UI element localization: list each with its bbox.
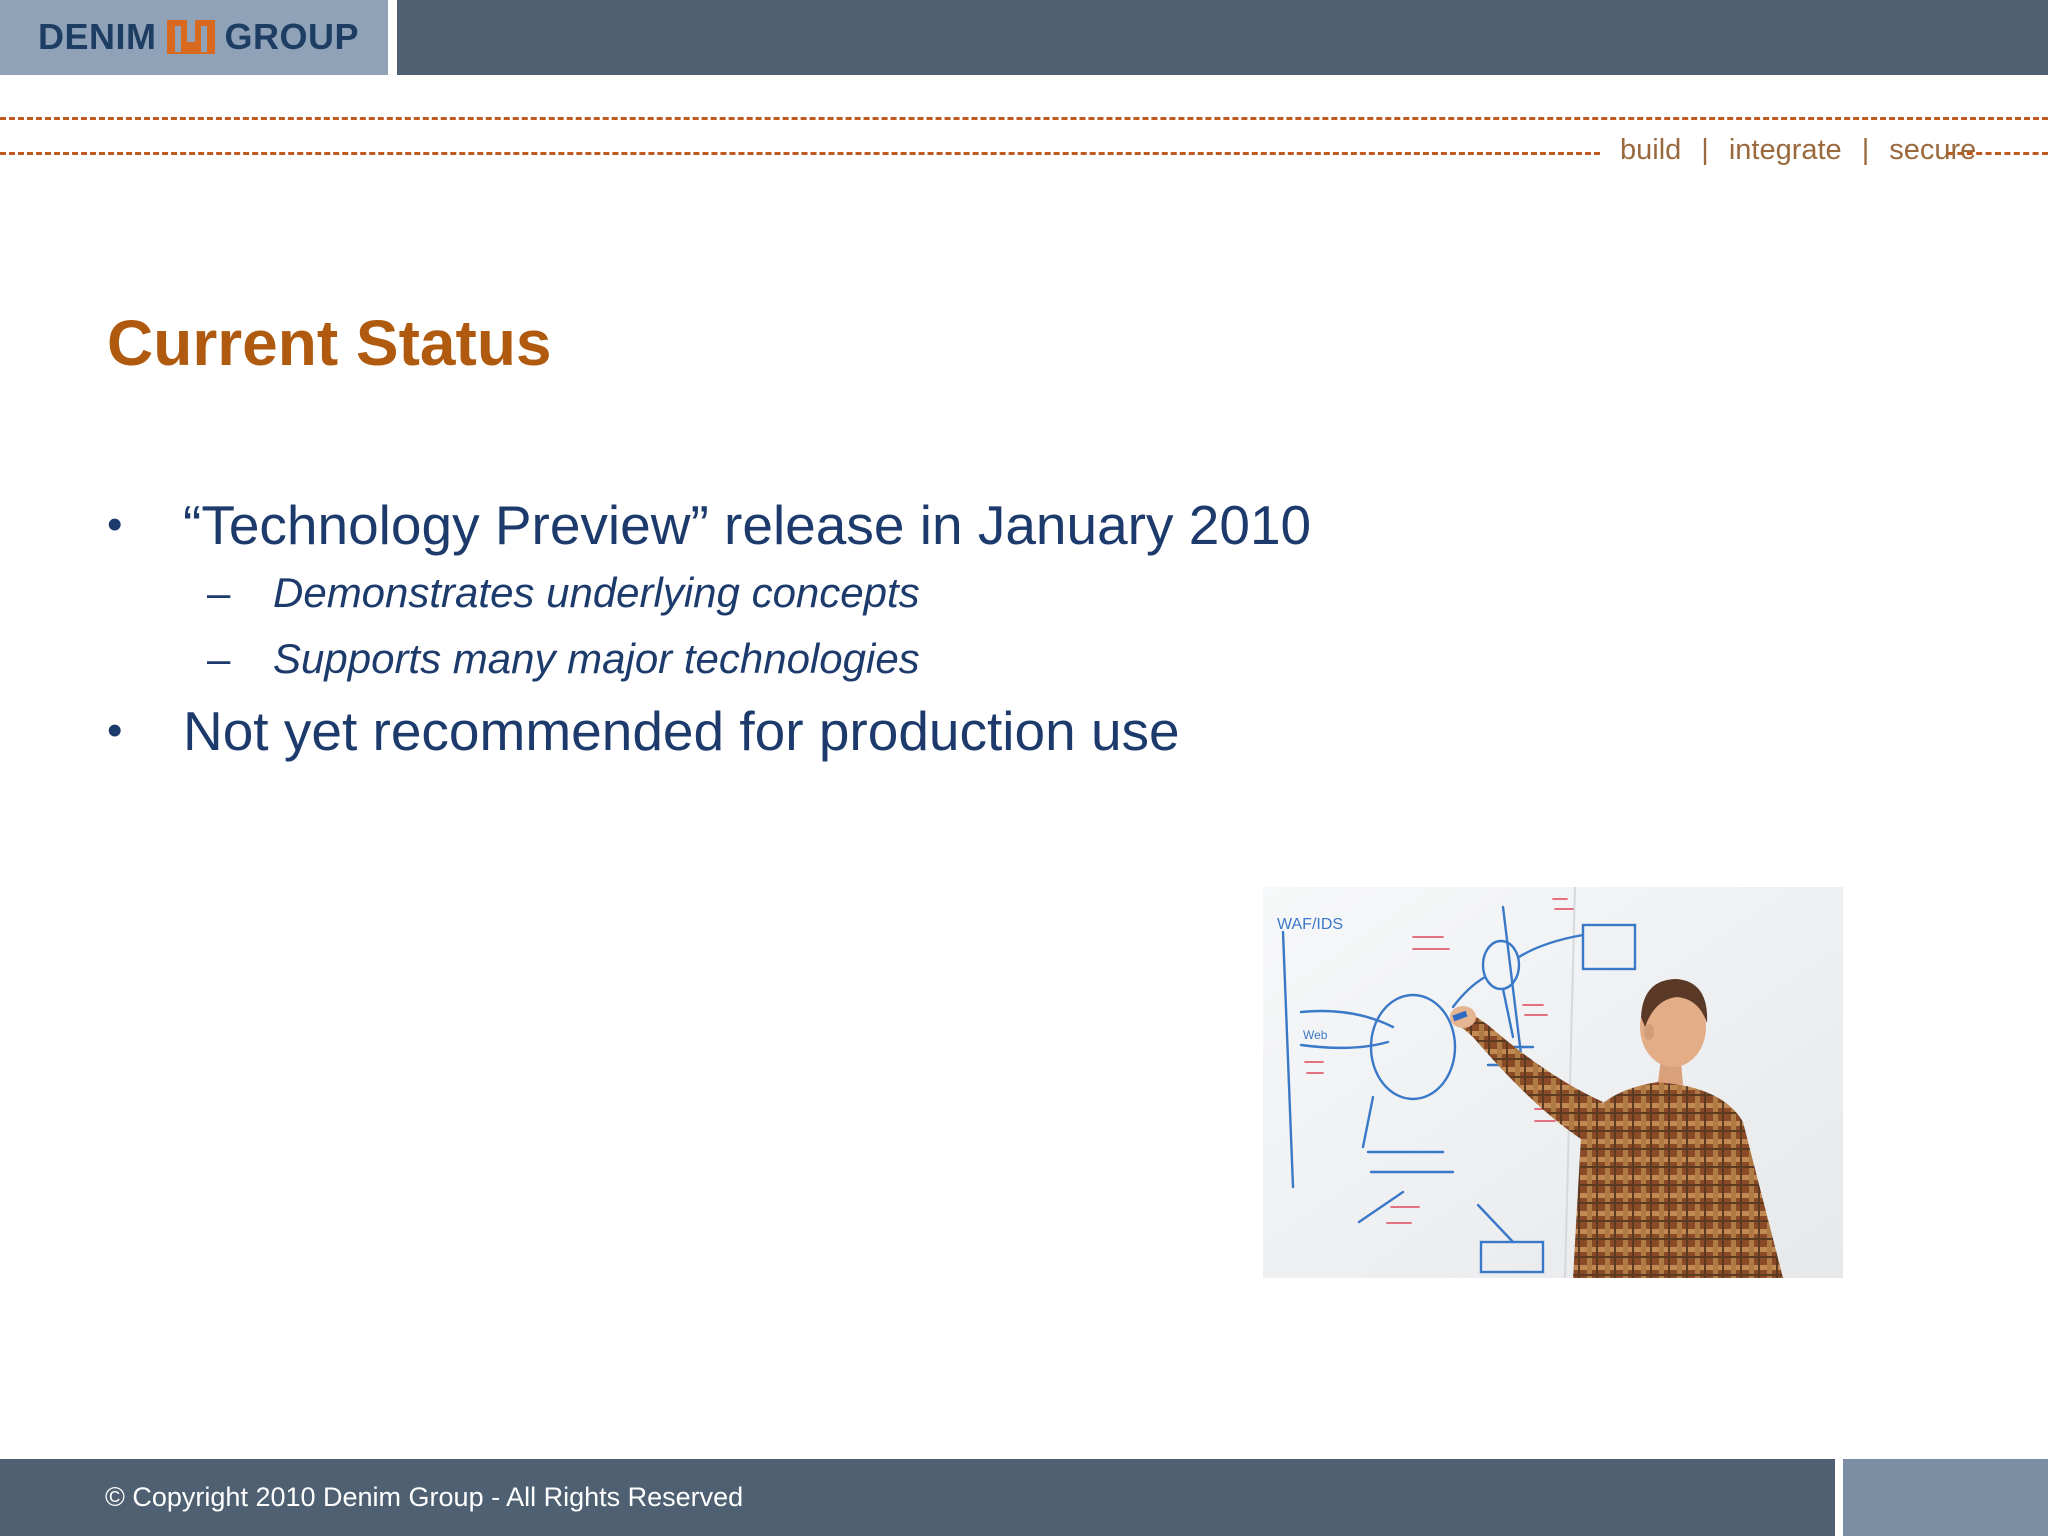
sub-bullet-text: Supports many major technologies bbox=[273, 635, 920, 682]
sub-bullet-text: Demonstrates underlying concepts bbox=[273, 569, 920, 616]
sub-bullet-glyph: – bbox=[207, 635, 231, 682]
tagline-separator: | bbox=[1861, 134, 1870, 166]
bullet-list: • “Technology Preview” release in Januar… bbox=[107, 490, 1407, 766]
bullet-glyph: • bbox=[107, 706, 123, 755]
sub-bullet-glyph: – bbox=[207, 569, 231, 616]
slide-title: Current Status bbox=[107, 307, 552, 379]
tagline-secure: secure bbox=[1889, 134, 1977, 166]
svg-text:Web: Web bbox=[1303, 1028, 1328, 1042]
copyright-text: © Copyright 2010 Denim Group - All Right… bbox=[105, 1482, 744, 1512]
tagline-integrate: integrate bbox=[1728, 134, 1842, 166]
bullet-item: • Not yet recommended for production use bbox=[107, 696, 1407, 766]
denim-group-logo: DENIM GROUP bbox=[38, 14, 359, 60]
logo-mark-icon bbox=[166, 20, 215, 54]
bullet-text: Not yet recommended for production use bbox=[183, 700, 1180, 762]
slide: DENIM GROUP build | integrate | secure C… bbox=[0, 0, 2048, 1536]
logo-word-left: DENIM bbox=[38, 16, 157, 57]
whiteboard-photo: WAF/IDS Web bbox=[1263, 887, 1843, 1278]
bullet-text: “Technology Preview” release in January … bbox=[183, 494, 1312, 556]
header-bar bbox=[397, 0, 2048, 75]
svg-text:WAF/IDS: WAF/IDS bbox=[1277, 916, 1343, 933]
bullet-item: • “Technology Preview” release in Januar… bbox=[107, 490, 1407, 560]
bullet-glyph: • bbox=[107, 500, 123, 549]
whiteboard-illustration: WAF/IDS Web bbox=[1263, 887, 1843, 1278]
sub-bullet-item: – Demonstrates underlying concepts bbox=[107, 560, 1407, 626]
dashed-divider-bottom-left bbox=[0, 152, 1600, 155]
tagline-build: build bbox=[1620, 134, 1682, 166]
header-logo-box: DENIM GROUP bbox=[0, 0, 388, 75]
logo-word-right: GROUP bbox=[224, 16, 360, 57]
sub-bullet-item: – Supports many major technologies bbox=[107, 626, 1407, 692]
tagline-separator: | bbox=[1701, 134, 1709, 166]
tagline: build | integrate | secure bbox=[1620, 134, 1976, 167]
dashed-divider-top bbox=[0, 117, 2048, 120]
footer-box bbox=[1843, 1459, 2048, 1536]
